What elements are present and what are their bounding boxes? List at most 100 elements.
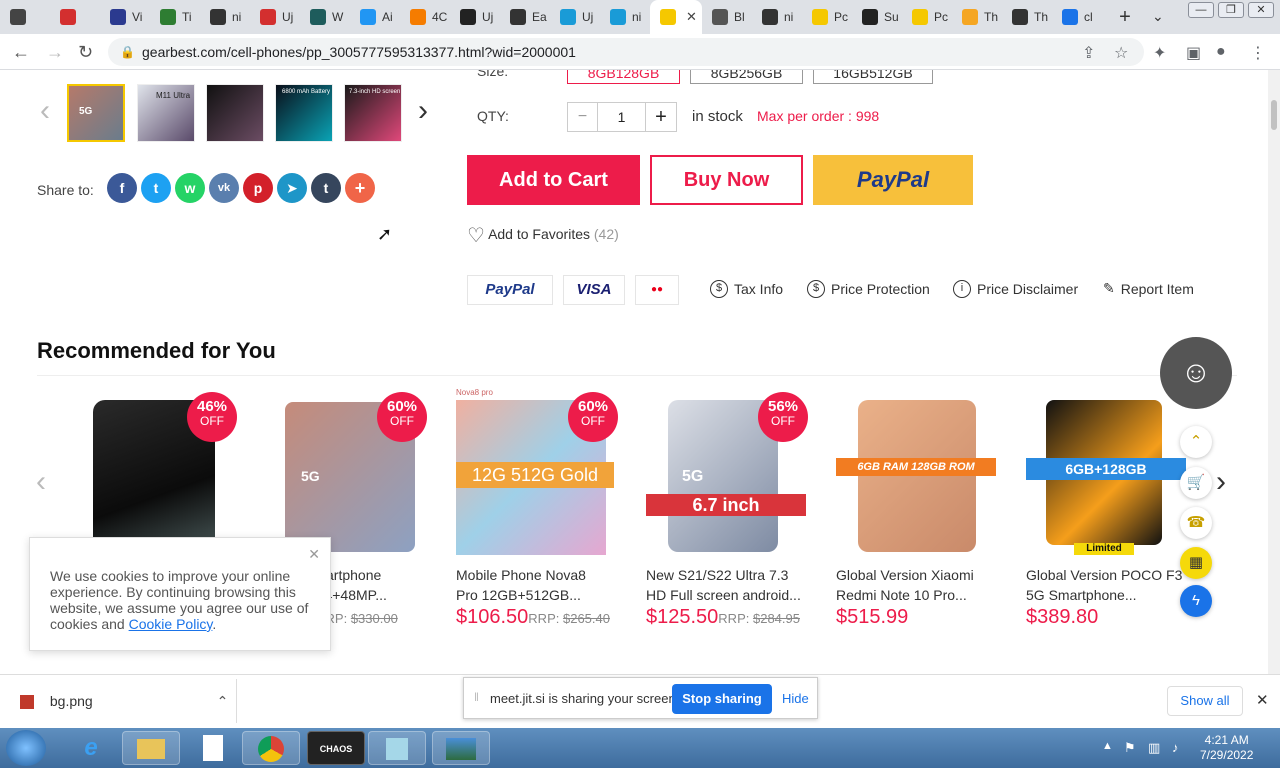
system-clock[interactable]: 4:21 AM 7/29/2022 <box>1200 733 1253 763</box>
notepad-icon[interactable] <box>368 731 426 765</box>
close-window-button[interactable]: ✕ <box>1248 2 1274 18</box>
browser-tab[interactable]: ni <box>600 0 650 34</box>
browser-tab[interactable] <box>50 0 100 34</box>
qr-code-icon[interactable]: ▦ <box>1180 547 1212 579</box>
carousel-next-arrow-icon[interactable]: › <box>1216 465 1226 499</box>
side-panel-icon[interactable]: ▣ <box>1186 43 1201 63</box>
internet-explorer-icon[interactable]: e <box>62 731 120 765</box>
browser-tab[interactable]: W <box>300 0 350 34</box>
buy-now-button[interactable]: Buy Now <box>650 155 803 205</box>
browser-tab[interactable]: Pc <box>802 0 852 34</box>
start-button[interactable] <box>6 730 46 766</box>
paypal-checkout-button[interactable]: PayPal <box>813 155 973 205</box>
download-item[interactable]: bg.png ⌃ <box>20 693 228 710</box>
back-to-top-icon[interactable]: ⌃ <box>1180 426 1212 458</box>
browser-tab[interactable]: Ea <box>500 0 550 34</box>
browser-tab[interactable]: Ti <box>150 0 200 34</box>
qty-decrement-button[interactable]: − <box>568 103 598 131</box>
gallery-prev-arrow-icon[interactable]: ‹ <box>40 94 50 128</box>
pinterest-icon[interactable]: p <box>243 173 273 203</box>
product-title[interactable]: Global Version Xiaomi Redmi Note 10 Pro..… <box>836 565 1006 605</box>
browser-tab[interactable]: Su <box>852 0 902 34</box>
document-icon[interactable] <box>184 731 242 765</box>
minimize-button[interactable]: — <box>1188 2 1214 18</box>
file-explorer-icon[interactable] <box>122 731 180 765</box>
forward-arrow-icon[interactable]: → <box>46 42 64 63</box>
product-card[interactable]: 5G 6.7 inch 56% OFF New S21/S22 Ultra 7.3… <box>646 390 816 630</box>
browser-tab[interactable]: Bl <box>702 0 752 34</box>
tray-expand-icon[interactable]: ▲ <box>1102 740 1113 752</box>
product-title[interactable]: Mobile Phone Nova8 Pro 12GB+512GB... <box>456 565 626 605</box>
cookie-policy-link[interactable]: Cookie Policy <box>129 616 213 632</box>
restore-button[interactable]: ❐ <box>1218 2 1244 18</box>
cookie-close-icon[interactable]: ✕ <box>308 546 320 562</box>
browser-tab[interactable] <box>0 0 50 34</box>
browser-tab[interactable]: Ai <box>350 0 400 34</box>
tumblr-icon[interactable]: t <box>311 173 341 203</box>
price-protection-link[interactable]: $ Price Protection <box>807 280 930 298</box>
product-card[interactable]: 6GB RAM 128GB ROM Global Version Xiaomi R… <box>836 390 1006 630</box>
gallery-next-arrow-icon[interactable]: › <box>418 94 428 128</box>
size-option-8gb128gb[interactable]: 8GB128GB <box>567 70 680 84</box>
browser-tab[interactable]: Uj <box>550 0 600 34</box>
browser-tab[interactable]: 4C <box>400 0 450 34</box>
browser-tab[interactable]: Pc <box>902 0 952 34</box>
messenger-icon[interactable]: ϟ <box>1180 585 1212 617</box>
flag-icon[interactable]: ⚑ <box>1124 740 1136 756</box>
page-scrollbar[interactable] <box>1268 70 1280 674</box>
network-icon[interactable]: ▥ <box>1148 740 1160 756</box>
show-all-downloads-button[interactable]: Show all <box>1167 686 1243 716</box>
tab-search-chevron-icon[interactable]: ⌄ <box>1152 8 1164 25</box>
new-tab-button[interactable]: + <box>1108 6 1142 29</box>
browser-tab[interactable]: Th <box>952 0 1002 34</box>
qty-input[interactable]: 1 <box>598 103 646 131</box>
whatsapp-icon[interactable]: w <box>175 173 205 203</box>
more-share-icon[interactable]: + <box>345 173 375 203</box>
browser-tab[interactable]: cl <box>1052 0 1102 34</box>
product-card[interactable]: Nova8 pro 12G 512G Gold 60% OFF Mobile Ph… <box>456 388 626 630</box>
facebook-icon[interactable]: f <box>107 173 137 203</box>
chrome-icon[interactable] <box>242 731 300 765</box>
twitter-icon[interactable]: t <box>141 173 171 203</box>
address-bar[interactable]: 🔒 gearbest.com/cell-phones/pp_3005777595… <box>108 38 1144 66</box>
browser-tab[interactable]: Uj <box>450 0 500 34</box>
reload-icon[interactable]: ↻ <box>78 42 93 63</box>
share-icon[interactable]: ⇪ <box>1082 43 1095 63</box>
product-card[interactable]: 6GB+128GB Limited Global Version POCO F3… <box>1026 390 1196 630</box>
drag-handle-icon[interactable]: ‖ <box>474 690 479 704</box>
qty-increment-button[interactable]: + <box>646 103 676 131</box>
telegram-icon[interactable]: ➤ <box>277 173 307 203</box>
gallery-thumb-4[interactable]: 6800 mAh Battery <box>275 84 333 142</box>
size-option-8gb256gb[interactable]: 8GB256GB <box>690 70 803 84</box>
close-download-bar-icon[interactable]: ✕ <box>1256 691 1269 709</box>
extensions-icon[interactable]: ✦ <box>1153 43 1166 63</box>
picture-viewer-icon[interactable] <box>432 731 490 765</box>
support-headset-icon[interactable]: ☎ <box>1180 507 1212 539</box>
add-to-cart-button[interactable]: Add to Cart <box>467 155 640 205</box>
stop-sharing-button[interactable]: Stop sharing <box>672 684 772 714</box>
gallery-thumb-5[interactable]: 7.3-inch HD screen <box>344 84 402 142</box>
chaos-app-icon[interactable]: CHAOS <box>307 731 365 765</box>
menu-kebab-icon[interactable]: ⋮ <box>1250 43 1266 63</box>
browser-tab[interactable]: Vi <box>100 0 150 34</box>
gallery-thumb-1[interactable]: 5G <box>67 84 125 142</box>
scrollbar-thumb[interactable] <box>1271 100 1277 130</box>
product-title[interactable]: Global Version POCO F3 5G Smartphone... <box>1026 565 1196 605</box>
volume-icon[interactable]: ♪ <box>1172 740 1179 755</box>
browser-tab[interactable]: ni <box>200 0 250 34</box>
chevron-up-icon[interactable]: ⌃ <box>217 693 229 709</box>
tax-info-link[interactable]: $ Tax Info <box>710 280 783 298</box>
browser-tab[interactable]: Th <box>1002 0 1052 34</box>
customer-service-headset-icon[interactable]: ☺ <box>1160 337 1232 409</box>
profile-avatar-icon[interactable]: ● <box>1216 43 1226 61</box>
browser-tab[interactable]: ni <box>752 0 802 34</box>
back-arrow-icon[interactable]: ← <box>12 42 30 63</box>
size-option-16gb512gb[interactable]: 16GB512GB <box>813 70 933 84</box>
browser-tab[interactable]: ✕ <box>650 0 702 34</box>
cart-icon[interactable]: 🛒 <box>1180 467 1212 499</box>
gallery-thumb-2[interactable]: M11 Ultra <box>137 84 195 142</box>
carousel-prev-arrow-icon[interactable]: ‹ <box>36 465 46 499</box>
hide-share-bar-button[interactable]: Hide <box>782 691 809 706</box>
browser-tab[interactable]: Uj <box>250 0 300 34</box>
bookmark-star-icon[interactable]: ☆ <box>1114 43 1128 63</box>
